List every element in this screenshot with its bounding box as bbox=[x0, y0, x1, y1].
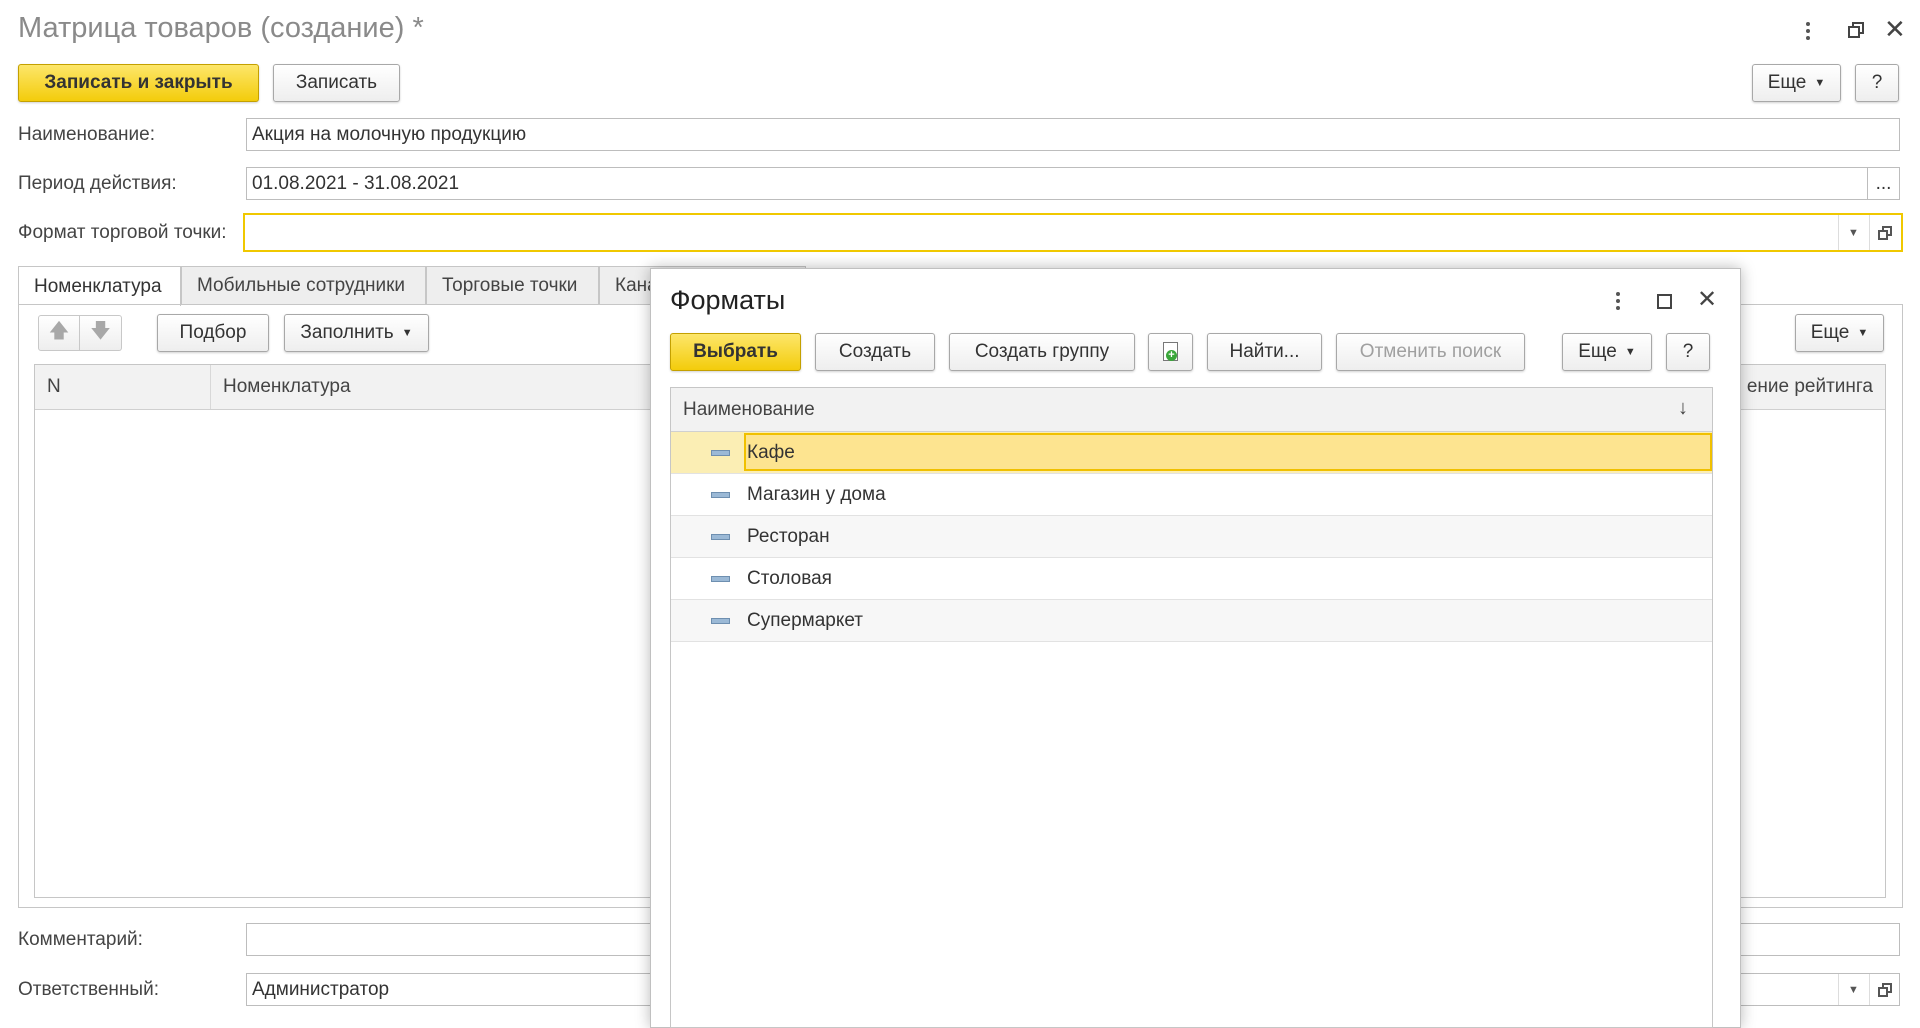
list-item-label: Магазин у дома bbox=[747, 483, 886, 505]
table-more-label: Еще bbox=[1810, 322, 1850, 343]
pick-button[interactable]: Подбор bbox=[157, 314, 269, 352]
list-item-label: Супермаркет bbox=[747, 609, 864, 631]
create-group-button[interactable]: Создать группу bbox=[949, 333, 1135, 371]
list-item[interactable]: Магазин у дома bbox=[671, 474, 1712, 516]
responsible-dropdown-icon[interactable]: ▼ bbox=[1838, 974, 1868, 1005]
dialog-title: Форматы bbox=[670, 285, 786, 315]
list-item[interactable]: Кафе bbox=[671, 432, 1712, 474]
list-item-label: Столовая bbox=[747, 567, 832, 589]
caret-down-icon: ▼ bbox=[1624, 346, 1636, 358]
fill-button[interactable]: Заполнить ▼ bbox=[284, 314, 429, 352]
table-more-button[interactable]: Еще ▼ bbox=[1795, 314, 1884, 352]
tab-nomenclature[interactable]: Номенклатура bbox=[18, 266, 181, 306]
format-open-icon[interactable] bbox=[1869, 215, 1901, 250]
more-button[interactable]: Еще ▼ bbox=[1752, 64, 1841, 102]
caret-down-icon: ▼ bbox=[401, 327, 413, 339]
format-label: Формат торговой точки: bbox=[18, 222, 227, 243]
name-input[interactable]: Акция на молочную продукцию bbox=[246, 118, 1900, 151]
element-icon bbox=[711, 576, 730, 582]
responsible-label: Ответственный: bbox=[18, 979, 159, 1000]
period-label: Период действия: bbox=[18, 173, 177, 194]
column-header-name: Наименование bbox=[683, 399, 815, 420]
window-menu-icon[interactable] bbox=[1806, 22, 1810, 40]
caret-down-icon: ▼ bbox=[1814, 77, 1826, 89]
cancel-search-button[interactable]: Отменить поиск bbox=[1336, 333, 1525, 371]
save-and-close-button[interactable]: Записать и закрыть bbox=[18, 64, 259, 102]
list-header[interactable]: Наименование ↓ bbox=[671, 388, 1712, 432]
move-up-button[interactable]: 🡅 bbox=[38, 315, 80, 351]
name-label: Наименование: bbox=[18, 124, 155, 145]
tab-mobile-employees[interactable]: Мобильные сотрудники bbox=[181, 266, 426, 304]
find-button[interactable]: Найти... bbox=[1207, 333, 1322, 371]
help-button[interactable]: ? bbox=[1855, 64, 1899, 102]
list-item[interactable]: Супермаркет bbox=[671, 600, 1712, 642]
tab-nomenclature-label: Номенклатура bbox=[34, 275, 162, 297]
fill-button-label: Заполнить bbox=[300, 322, 394, 343]
comment-label: Комментарий: bbox=[18, 929, 143, 950]
copy-button[interactable]: + bbox=[1148, 333, 1193, 371]
format-dropdown-icon[interactable]: ▼ bbox=[1838, 215, 1868, 250]
period-select-button[interactable]: ... bbox=[1867, 167, 1900, 200]
arrow-down-icon: 🡇 bbox=[90, 320, 111, 342]
list-item[interactable]: Столовая bbox=[671, 558, 1712, 600]
create-button[interactable]: Создать bbox=[815, 333, 935, 371]
dialog-menu-icon[interactable] bbox=[1616, 292, 1620, 310]
list-item-label: Кафе bbox=[747, 441, 795, 463]
list-item[interactable]: Ресторан bbox=[671, 516, 1712, 558]
copy-document-icon: + bbox=[1163, 342, 1178, 361]
element-icon bbox=[711, 534, 730, 540]
close-dialog-icon[interactable]: ✕ bbox=[1697, 285, 1717, 315]
element-icon bbox=[711, 450, 730, 456]
arrow-up-icon: 🡅 bbox=[48, 320, 70, 342]
element-icon bbox=[711, 618, 730, 624]
selected-cell bbox=[744, 433, 1712, 471]
column-header-n[interactable]: N bbox=[35, 365, 211, 409]
save-button[interactable]: Записать bbox=[273, 64, 400, 102]
dialog-more-label: Еще bbox=[1578, 341, 1617, 362]
more-button-label: Еще bbox=[1767, 72, 1807, 93]
dialog-more-button[interactable]: Еще ▼ bbox=[1562, 333, 1652, 371]
responsible-open-icon[interactable] bbox=[1869, 974, 1900, 1005]
move-down-button[interactable]: 🡇 bbox=[80, 315, 122, 351]
tab-trade-points-label: Торговые точки bbox=[442, 274, 578, 296]
window-title: Матрица товаров (создание) * bbox=[18, 12, 424, 44]
column-header-rating[interactable]: ение рейтинга bbox=[1735, 365, 1885, 409]
period-input[interactable]: 01.08.2021 - 31.08.2021 bbox=[246, 167, 1868, 200]
close-window-icon[interactable]: ✕ bbox=[1884, 14, 1906, 44]
list-item-label: Ресторан bbox=[747, 525, 830, 547]
tab-trade-points[interactable]: Торговые точки bbox=[426, 266, 599, 304]
element-icon bbox=[711, 492, 730, 498]
tab-mobile-employees-label: Мобильные сотрудники bbox=[197, 274, 405, 296]
restore-window-icon[interactable] bbox=[1848, 22, 1864, 38]
format-input[interactable] bbox=[243, 213, 1903, 252]
caret-down-icon: ▼ bbox=[1857, 327, 1869, 339]
select-button[interactable]: Выбрать bbox=[670, 333, 801, 371]
maximize-dialog-icon[interactable] bbox=[1657, 294, 1672, 309]
dialog-help-button[interactable]: ? bbox=[1666, 333, 1710, 371]
sort-arrow-icon: ↓ bbox=[1678, 397, 1688, 419]
